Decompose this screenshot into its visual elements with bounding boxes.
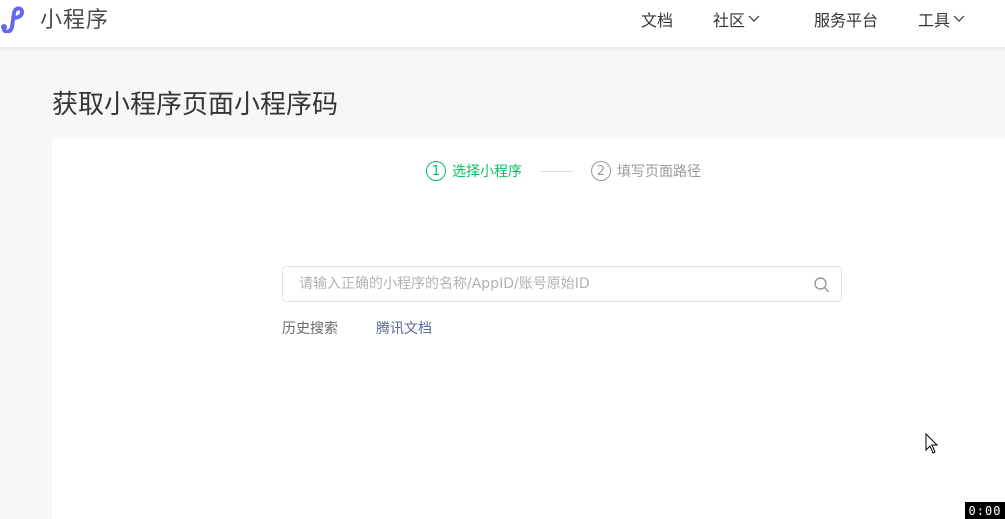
chevron-down-icon (953, 15, 965, 22)
history-search-label: 历史搜索 (282, 321, 338, 337)
nav-tools[interactable]: 工具 (918, 0, 965, 38)
brand-name: 小程序 (40, 8, 110, 33)
step-select-miniprogram: 1 选择小程序 (426, 161, 522, 181)
step-divider (541, 170, 573, 172)
page-title: 获取小程序页面小程序码 (52, 90, 339, 120)
step-fill-page-path: 2 填写页面路径 (591, 161, 701, 181)
nav-docs-label: 文档 (641, 11, 674, 30)
search-icon[interactable] (813, 276, 831, 294)
nav-tools-label: 工具 (918, 11, 951, 30)
step-label: 填写页面路径 (617, 164, 701, 180)
mouse-pointer-icon (925, 433, 939, 454)
nav-service-platform[interactable]: 服务平台 (814, 0, 878, 38)
history-item[interactable]: 腾讯文档 (376, 318, 432, 338)
nav-community[interactable]: 社区 (713, 0, 760, 38)
nav-docs[interactable]: 文档 (641, 0, 673, 38)
chevron-down-icon (748, 15, 760, 22)
brand-logo[interactable]: 小程序 (0, 3, 109, 33)
step-indicator: 1 选择小程序 2 填写页面路径 (426, 160, 701, 182)
miniprogram-logo-icon (1, 6, 25, 33)
top-header: 小程序 文档 社区 服务平台 工具 (0, 0, 1005, 48)
step-label: 选择小程序 (452, 164, 522, 180)
search-box (282, 266, 842, 302)
step-number: 2 (591, 161, 611, 181)
nav-service-label: 服务平台 (814, 11, 879, 30)
search-input[interactable] (299, 267, 799, 301)
recording-timer: 0:00 (965, 502, 1005, 519)
nav-community-label: 社区 (713, 11, 746, 30)
step-number: 1 (426, 161, 446, 181)
content-card (52, 138, 1005, 519)
